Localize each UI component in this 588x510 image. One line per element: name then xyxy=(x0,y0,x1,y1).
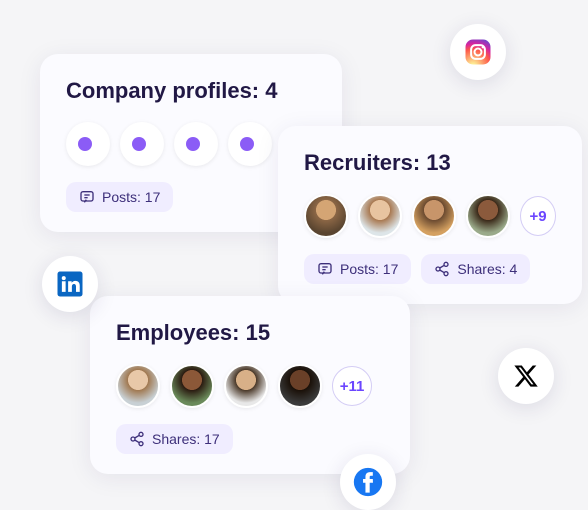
posts-label: Posts: 17 xyxy=(102,189,160,205)
x-icon[interactable] xyxy=(498,348,554,404)
employees-more-count[interactable]: +11 xyxy=(332,366,372,406)
company-logo-avatar[interactable] xyxy=(174,122,218,166)
shares-stat: Shares: 17 xyxy=(116,424,233,454)
recruiter-avatar[interactable] xyxy=(466,194,510,238)
recruiters-avatars: +9 xyxy=(304,194,556,238)
employee-avatar[interactable] xyxy=(116,364,160,408)
recruiter-avatar[interactable] xyxy=(412,194,456,238)
employees-card: Employees: 15 +11 Shares: 17 xyxy=(90,296,410,474)
posts-stat: Posts: 17 xyxy=(66,182,173,212)
employee-avatar[interactable] xyxy=(278,364,322,408)
message-icon xyxy=(317,261,333,277)
recruiters-stats: Posts: 17 Shares: 4 xyxy=(304,254,556,284)
employees-stats: Shares: 17 xyxy=(116,424,384,454)
facebook-icon[interactable] xyxy=(340,454,396,510)
company-logo-avatar[interactable] xyxy=(66,122,110,166)
recruiter-avatar[interactable] xyxy=(304,194,348,238)
recruiter-avatar[interactable] xyxy=(358,194,402,238)
posts-label: Posts: 17 xyxy=(340,261,398,277)
message-icon xyxy=(79,189,95,205)
recruiters-more-count[interactable]: +9 xyxy=(520,196,556,236)
recruiters-card-title: Recruiters: 13 xyxy=(304,150,556,176)
employee-avatar[interactable] xyxy=(170,364,214,408)
shares-label: Shares: 4 xyxy=(457,261,517,277)
company-logo-avatar[interactable] xyxy=(120,122,164,166)
share-icon xyxy=(434,261,450,277)
shares-label: Shares: 17 xyxy=(152,431,220,447)
employees-card-title: Employees: 15 xyxy=(116,320,384,346)
company-card-title: Company profiles: 4 xyxy=(66,78,316,104)
employees-avatars: +11 xyxy=(116,364,384,408)
share-icon xyxy=(129,431,145,447)
recruiters-card: Recruiters: 13 +9 Posts: 17 Shares: 4 xyxy=(278,126,582,304)
employee-avatar[interactable] xyxy=(224,364,268,408)
instagram-icon[interactable] xyxy=(450,24,506,80)
shares-stat: Shares: 4 xyxy=(421,254,530,284)
posts-stat: Posts: 17 xyxy=(304,254,411,284)
company-logo-avatar[interactable] xyxy=(228,122,272,166)
linkedin-icon[interactable] xyxy=(42,256,98,312)
